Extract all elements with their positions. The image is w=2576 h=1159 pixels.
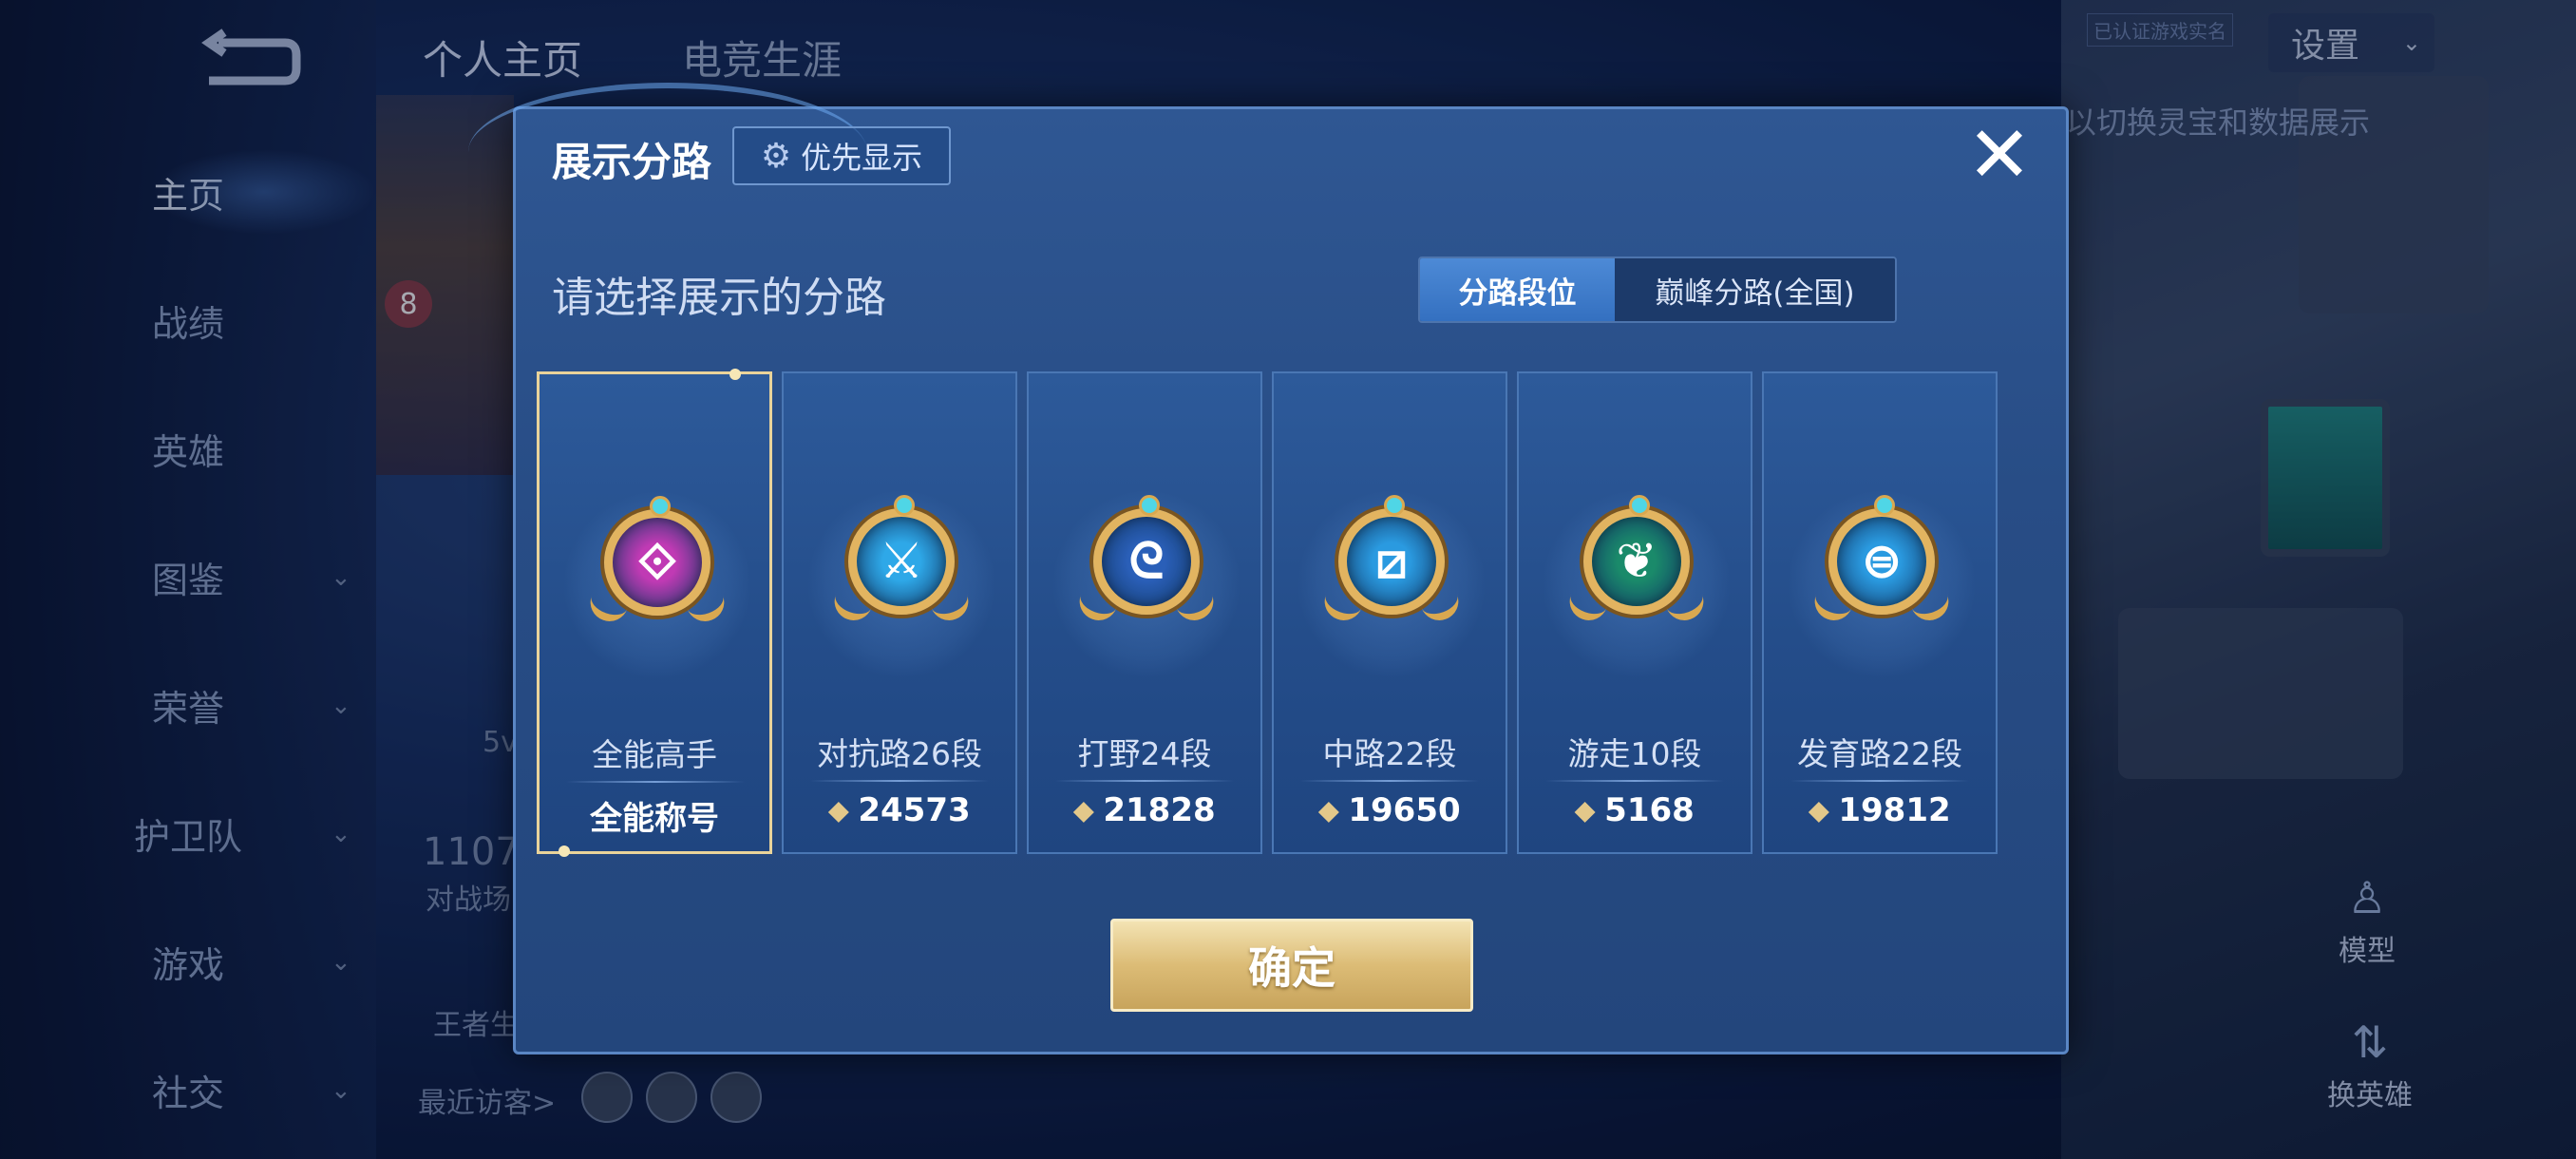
dialog-title: 展示分路 <box>552 139 712 185</box>
selection-dot <box>559 846 570 857</box>
lane-glyph-icon: ❦ <box>1616 533 1657 590</box>
rank-emblem-icon: ᘓ <box>1051 489 1241 679</box>
rank-points-icon: ⬥ <box>1318 793 1339 827</box>
divider <box>1790 780 1969 782</box>
lane-score-value: 5168 <box>1604 791 1695 829</box>
lane-card[interactable]: ⧄ 中路22段 ⬥ 19650 <box>1272 371 1507 854</box>
selection-dot <box>729 369 741 380</box>
rank-emblem-icon: ❦ <box>1542 489 1732 679</box>
lane-score-value: 19812 <box>1838 791 1951 829</box>
lane-card[interactable]: ᘓ 打野24段 ⬥ 21828 <box>1027 371 1262 854</box>
priority-display-button[interactable]: ⚙ 优先显示 <box>732 126 951 185</box>
rank-emblem-icon: ⚔ <box>806 489 996 679</box>
dialog-subtitle: 请选择展示的分路 <box>552 274 886 322</box>
rank-emblem-icon: ⟐ <box>562 490 752 680</box>
lane-rank-label: 打野24段 <box>1077 735 1212 772</box>
close-icon[interactable]: ✕ <box>1964 117 2035 195</box>
emblem-gem <box>894 495 915 516</box>
lane-card[interactable]: ⊜ 发育路22段 ⬥ 19812 <box>1762 371 1998 854</box>
divider <box>566 781 745 783</box>
lane-rank-label: 全能高手 <box>592 736 717 773</box>
lane-score-value: 19650 <box>1348 791 1461 829</box>
emblem-gem <box>1384 495 1405 516</box>
rank-points-icon: ⬥ <box>1575 793 1596 827</box>
gear-icon: ⚙ <box>760 136 792 176</box>
rank-points-icon: ⬥ <box>828 793 849 827</box>
lane-glyph-icon: ⟐ <box>637 533 677 591</box>
priority-display-label: 优先显示 <box>801 140 923 176</box>
divider <box>1300 780 1479 782</box>
lane-score: ⬥ 5168 <box>1519 791 1751 829</box>
tab-lane-rank[interactable]: 分路段位 <box>1420 258 1615 321</box>
lane-glyph-icon: ⚔ <box>879 533 924 590</box>
lane-score: ⬥ 21828 <box>1029 791 1260 829</box>
lane-score: ⬥ 19812 <box>1764 791 1996 829</box>
lane-rank-label: 发育路22段 <box>1797 735 1962 772</box>
tab-peak-lane-national[interactable]: 巅峰分路(全国) <box>1615 258 1895 321</box>
lane-glyph-icon: ⧄ <box>1375 532 1408 590</box>
lane-mode-toggle: 分路段位 巅峰分路(全国) <box>1418 256 1897 323</box>
emblem-gem <box>1874 495 1895 516</box>
display-lane-dialog: 展示分路 ⚙ 优先显示 ✕ 请选择展示的分路 分路段位 巅峰分路(全国) ⟐ 全能… <box>468 83 2069 1054</box>
emblem-gem <box>650 496 671 517</box>
lane-card[interactable]: ⟐ 全能高手全能称号 <box>537 369 772 857</box>
emblem-gem <box>1629 495 1650 516</box>
lane-score: ⬥ 24573 <box>784 791 1015 829</box>
lane-glyph-icon: ⊜ <box>1861 533 1903 590</box>
rank-emblem-icon: ⧄ <box>1297 489 1487 679</box>
divider <box>810 780 989 782</box>
rank-points-icon: ⬥ <box>1073 793 1094 827</box>
lane-score: ⬥ 19650 <box>1274 791 1506 829</box>
lane-card[interactable]: ❦ 游走10段 ⬥ 5168 <box>1517 371 1752 854</box>
lane-rank-label: 中路22段 <box>1322 735 1457 772</box>
rank-emblem-icon: ⊜ <box>1787 489 1977 679</box>
lane-card-list: ⟐ 全能高手全能称号 ⚔ 对抗路26段 ⬥ 24573 ᘓ 打野24段 ⬥ 21828 ⧄ 中路22段… <box>537 369 1998 857</box>
lane-score: 全能称号 <box>540 792 769 839</box>
divider <box>1545 780 1724 782</box>
lane-rank-label: 游走10段 <box>1567 735 1702 772</box>
lane-glyph-icon: ᘓ <box>1128 532 1165 590</box>
divider <box>1055 780 1234 782</box>
lane-card[interactable]: ⚔ 对抗路26段 ⬥ 24573 <box>782 371 1017 854</box>
lane-score-value: 21828 <box>1103 791 1216 829</box>
lane-score-value: 24573 <box>858 791 971 829</box>
confirm-button[interactable]: 确定 <box>1110 919 1473 1012</box>
rank-points-icon: ⬥ <box>1809 793 1829 827</box>
lane-score-value: 全能称号 <box>590 800 719 838</box>
emblem-gem <box>1139 495 1160 516</box>
lane-rank-label: 对抗路26段 <box>817 735 982 772</box>
